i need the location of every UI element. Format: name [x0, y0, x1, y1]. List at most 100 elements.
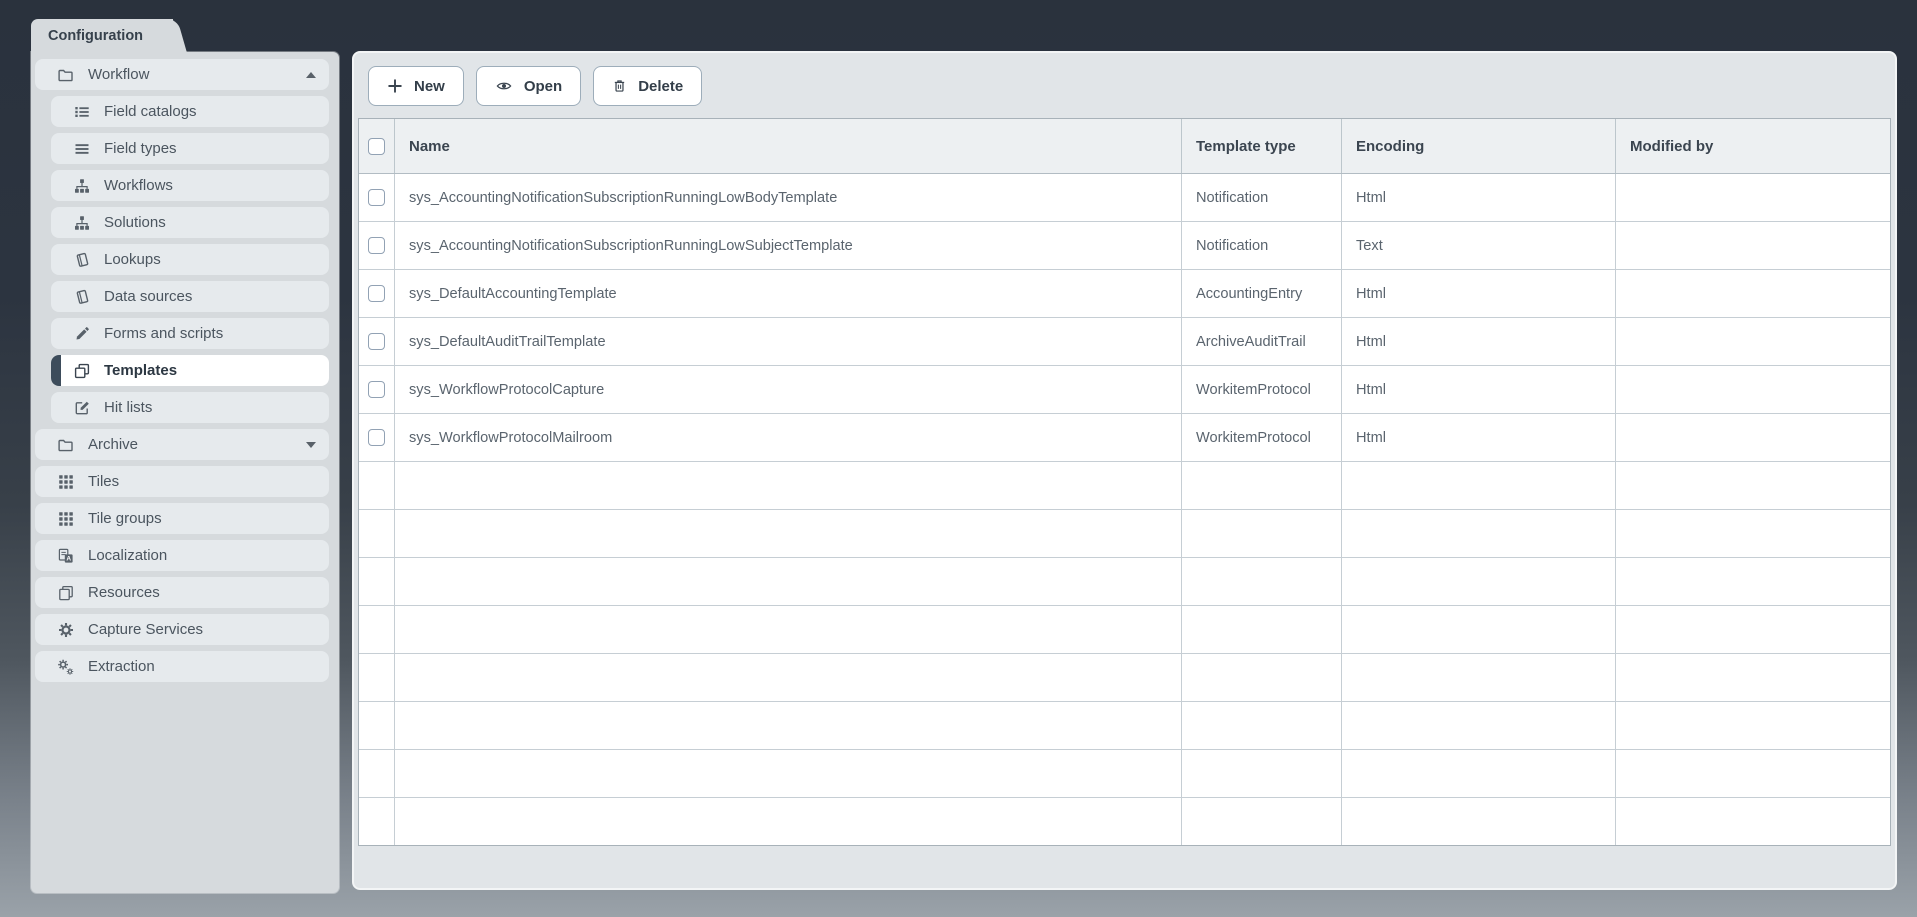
- cell-modified-by: [1616, 366, 1890, 413]
- sidebar-item-label: Tile groups: [88, 510, 162, 527]
- row-checkbox-cell: [359, 750, 395, 797]
- column-header-name[interactable]: Name: [395, 119, 1182, 173]
- cell-modified-by: [1616, 270, 1890, 317]
- select-all-checkbox[interactable]: [368, 137, 385, 155]
- sidebar-item-lookups[interactable]: Lookups: [51, 244, 329, 275]
- row-checkbox-cell: [359, 270, 395, 317]
- cell-template-type: [1182, 750, 1342, 797]
- new-button[interactable]: New: [368, 66, 464, 106]
- row-checkbox-cell: [359, 318, 395, 365]
- cell-name: [395, 510, 1182, 557]
- chevron-down-icon[interactable]: [306, 441, 316, 448]
- table-row[interactable]: sys_AccountingNotificationSubscriptionRu…: [359, 222, 1890, 270]
- row-checkbox[interactable]: [368, 381, 385, 398]
- row-checkbox[interactable]: [368, 333, 385, 350]
- copy-icon: [73, 363, 90, 379]
- tab-configuration[interactable]: Configuration: [31, 19, 174, 52]
- column-header-template-type[interactable]: Template type: [1182, 119, 1342, 173]
- row-checkbox-cell: [359, 606, 395, 653]
- sidebar-item-workflow[interactable]: Workflow: [35, 59, 329, 90]
- cell-template-type: Notification: [1182, 174, 1342, 221]
- sidebar-item-templates[interactable]: Templates: [51, 355, 329, 386]
- cell-name: sys_DefaultAuditTrailTemplate: [395, 318, 1182, 365]
- cell-template-type: WorkitemProtocol: [1182, 414, 1342, 461]
- cell-name: sys_AccountingNotificationSubscriptionRu…: [395, 174, 1182, 221]
- cell-name: [395, 798, 1182, 845]
- chevron-up-icon[interactable]: [306, 71, 316, 78]
- table-row[interactable]: sys_AccountingNotificationSubscriptionRu…: [359, 174, 1890, 222]
- column-header-encoding[interactable]: Encoding: [1342, 119, 1616, 173]
- row-checkbox-cell: [359, 702, 395, 749]
- cell-encoding: [1342, 606, 1616, 653]
- table-row-empty: [359, 462, 1890, 510]
- sidebar-item-label: Localization: [88, 547, 168, 564]
- sidebar-item-resources[interactable]: Resources: [35, 577, 329, 608]
- table-row-empty: [359, 702, 1890, 750]
- cell-encoding: Text: [1342, 222, 1616, 269]
- table-row[interactable]: sys_WorkflowProtocolCapture WorkitemProto…: [359, 366, 1890, 414]
- cell-modified-by: [1616, 702, 1890, 749]
- row-checkbox-cell: [359, 510, 395, 557]
- table-row[interactable]: sys_DefaultAccountingTemplate AccountingE…: [359, 270, 1890, 318]
- cell-encoding: [1342, 702, 1616, 749]
- sidebar-item-forms-and-scripts[interactable]: Forms and scripts: [51, 318, 329, 349]
- button-label: New: [414, 77, 445, 95]
- table-row-empty: [359, 606, 1890, 654]
- cell-encoding: Html: [1342, 270, 1616, 317]
- button-label: Open: [523, 77, 563, 95]
- sidebar-item-label: Extraction: [88, 658, 155, 675]
- row-checkbox[interactable]: [368, 237, 385, 254]
- sidebar-item-label: Workflows: [104, 177, 173, 194]
- cell-modified-by: [1616, 414, 1890, 461]
- cell-encoding: [1342, 750, 1616, 797]
- sidebar-item-extraction[interactable]: Extraction: [35, 651, 329, 682]
- sidebar-item-field-types[interactable]: Field types: [51, 133, 329, 164]
- sidebar-item-data-sources[interactable]: Data sources: [51, 281, 329, 312]
- header-checkbox-cell: [359, 119, 395, 173]
- sidebar-item-label: Capture Services: [88, 621, 204, 638]
- sidebar-item-archive[interactable]: Archive: [35, 429, 329, 460]
- sidebar-item-label: Archive: [88, 436, 139, 453]
- cell-modified-by: [1616, 462, 1890, 509]
- table-row-empty: [359, 750, 1890, 798]
- cell-name: [395, 654, 1182, 701]
- sidebar-item-hit-lists[interactable]: Hit lists: [51, 392, 329, 423]
- cell-encoding: [1342, 654, 1616, 701]
- cell-name: sys_WorkflowProtocolMailroom: [395, 414, 1182, 461]
- cell-encoding: [1342, 462, 1616, 509]
- row-checkbox[interactable]: [368, 285, 385, 302]
- column-header-modified-by[interactable]: Modified by: [1616, 119, 1890, 173]
- sidebar-item-localization[interactable]: A Localization: [35, 540, 329, 571]
- cell-encoding: Html: [1342, 174, 1616, 221]
- open-button[interactable]: Open: [475, 66, 582, 106]
- sidebar-item-capture-services[interactable]: Capture Services: [35, 614, 329, 645]
- sidebar-item-label: Workflow: [88, 66, 150, 83]
- grid-icon: [57, 474, 74, 490]
- pencil-icon: [73, 326, 90, 342]
- sidebar-item-solutions[interactable]: Solutions: [51, 207, 329, 238]
- cell-template-type: [1182, 606, 1342, 653]
- delete-button[interactable]: Delete: [593, 66, 703, 106]
- folder-icon: [57, 67, 74, 83]
- cell-encoding: Html: [1342, 366, 1616, 413]
- table-row[interactable]: sys_DefaultAuditTrailTemplate ArchiveAudi…: [359, 318, 1890, 366]
- sidebar-item-workflows[interactable]: Workflows: [51, 170, 329, 201]
- sitemap-icon: [73, 178, 90, 194]
- row-checkbox[interactable]: [368, 189, 385, 206]
- cell-modified-by: [1616, 654, 1890, 701]
- cell-template-type: [1182, 462, 1342, 509]
- cell-name: [395, 606, 1182, 653]
- cell-modified-by: [1616, 750, 1890, 797]
- table-row[interactable]: sys_WorkflowProtocolMailroom WorkitemProt…: [359, 414, 1890, 462]
- sidebar-item-field-catalogs[interactable]: Field catalogs: [51, 96, 329, 127]
- cell-template-type: [1182, 558, 1342, 605]
- sidebar-item-tile-groups[interactable]: Tile groups: [35, 503, 329, 534]
- row-checkbox[interactable]: [368, 429, 385, 446]
- translate-icon: A: [57, 548, 74, 564]
- sidebar-item-label: Field catalogs: [104, 103, 197, 120]
- sidebar-item-label: Hit lists: [104, 399, 153, 416]
- cell-template-type: [1182, 510, 1342, 557]
- sidebar-item-label: Solutions: [104, 214, 166, 231]
- gears-icon: [57, 659, 74, 675]
- sidebar-item-tiles[interactable]: Tiles: [35, 466, 329, 497]
